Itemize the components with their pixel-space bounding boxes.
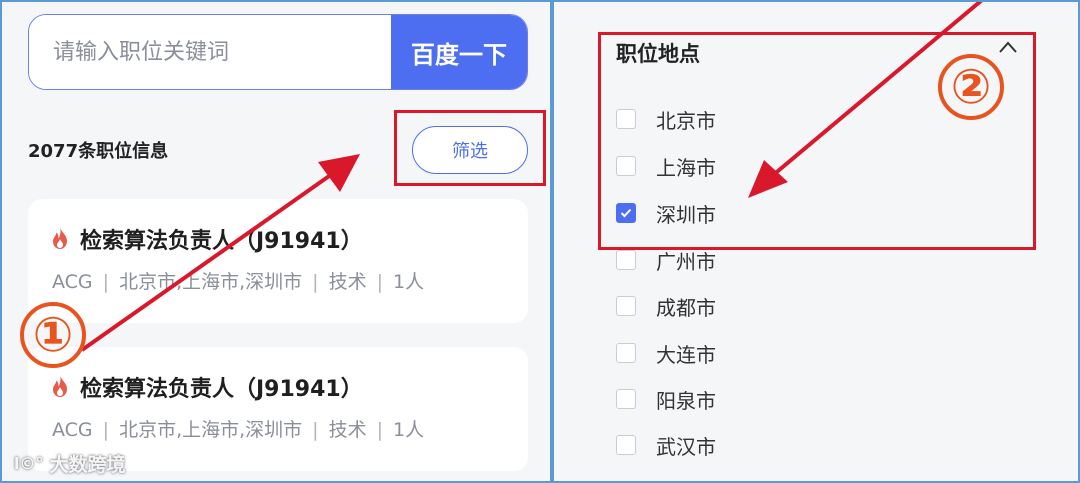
step-1-marker: ① xyxy=(20,302,86,368)
step-2-marker: ② xyxy=(938,54,1004,120)
filter-panel: 职位地点 北京市 上海市 深圳市 广州市 成都市 大连市 阳泉市 武汉市 ② xyxy=(552,0,1080,483)
job-list-panel: 百度一下 2077条职位信息 筛选 检索算法负责人（J91941） ACG|北京… xyxy=(0,0,552,483)
watermark-logo: l©° xyxy=(14,454,44,473)
annotation-arrow-1 xyxy=(80,154,360,352)
watermark-text: 大数跨境 xyxy=(49,454,126,476)
watermark: l©° 大数跨境 xyxy=(14,450,126,477)
